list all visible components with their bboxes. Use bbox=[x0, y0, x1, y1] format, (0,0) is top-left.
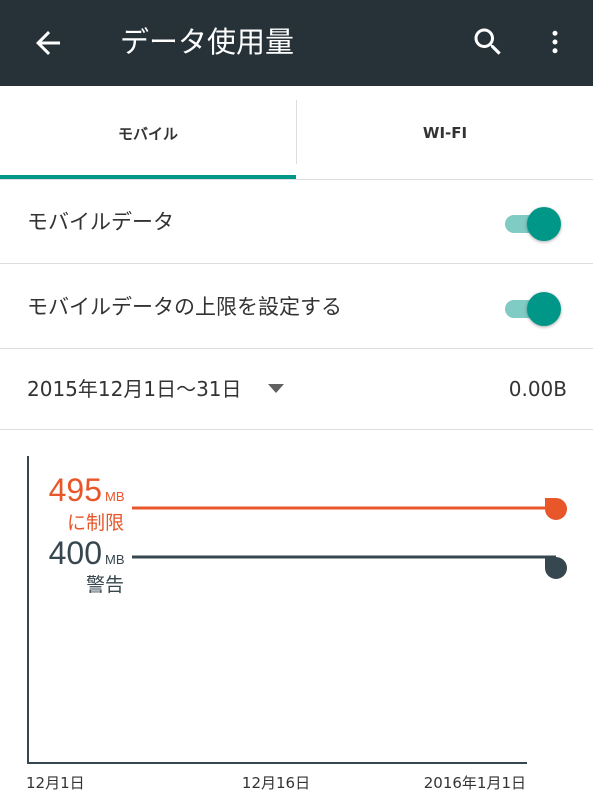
usage-amount: 0.00B bbox=[508, 377, 567, 401]
dropdown-arrow-icon[interactable] bbox=[268, 384, 284, 393]
more-vert-icon[interactable] bbox=[540, 24, 570, 60]
limit-caption: に制限 bbox=[67, 512, 124, 534]
warning-drag-handle[interactable] bbox=[545, 557, 567, 579]
warning-value[interactable]: 400 bbox=[49, 535, 102, 571]
mobile-data-switch[interactable] bbox=[505, 206, 563, 241]
cycle-range-dropdown[interactable]: 2015年12月1日〜31日 bbox=[27, 350, 242, 428]
search-icon[interactable] bbox=[470, 24, 506, 60]
usage-cycle-row: 2015年12月1日〜31日 0.00B bbox=[0, 350, 593, 430]
tab-bar: モバイル WI-FI bbox=[0, 86, 593, 180]
app-bar: データ使用量 bbox=[0, 0, 593, 86]
arrow-back-icon[interactable] bbox=[30, 25, 66, 61]
mobile-data-label: モバイルデータ bbox=[27, 210, 174, 234]
data-limit-row[interactable]: モバイルデータの上限を設定する bbox=[0, 265, 593, 349]
warning-caption: 警告 bbox=[86, 574, 124, 596]
data-limit-label: モバイルデータの上限を設定する bbox=[27, 295, 342, 319]
switch-thumb bbox=[527, 292, 561, 326]
tab-mobile[interactable]: モバイル bbox=[0, 86, 296, 180]
warning-unit: MB bbox=[105, 552, 125, 567]
limit-value[interactable]: 495 bbox=[49, 472, 102, 508]
switch-thumb bbox=[527, 207, 561, 241]
x-label-start: 12月1日 bbox=[26, 774, 85, 792]
limit-drag-handle[interactable] bbox=[545, 498, 567, 520]
data-limit-switch[interactable] bbox=[505, 291, 563, 326]
tab-wifi[interactable]: WI-FI bbox=[297, 86, 593, 180]
x-label-end: 2016年1月1日 bbox=[424, 774, 526, 792]
limit-unit: MB bbox=[105, 489, 125, 504]
x-label-mid: 12月16日 bbox=[242, 774, 310, 792]
usage-chart: 495 MB に制限 400 MB 警告 12月1日 12月16日 2016年1… bbox=[26, 456, 567, 792]
mobile-data-row[interactable]: モバイルデータ bbox=[0, 180, 593, 264]
page-title: データ使用量 bbox=[120, 25, 295, 59]
